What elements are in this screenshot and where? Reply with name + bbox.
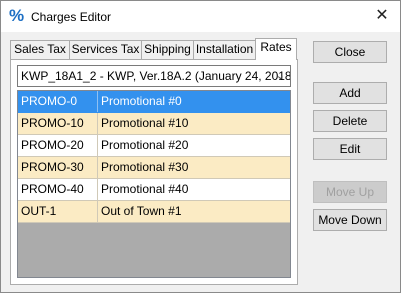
tab-services-tax[interactable]: Services Tax xyxy=(69,40,142,59)
table-row[interactable]: PROMO-20 Promotional #20 xyxy=(18,135,290,157)
rate-description-cell: Out of Town #1 xyxy=(101,204,182,218)
close-icon[interactable]: ✕ xyxy=(370,5,394,27)
tab-installation[interactable]: Installation xyxy=(193,40,256,59)
rate-description-cell: Promotional #30 xyxy=(101,160,189,174)
rate-code-cell: OUT-1 xyxy=(18,201,98,222)
tab-shipping[interactable]: Shipping xyxy=(141,40,194,59)
close-button[interactable]: Close xyxy=(313,41,387,63)
version-select-value: KWP_18A1_2 - KWP, Ver.18A.2 (January 24,… xyxy=(21,69,291,83)
rate-code-cell: PROMO-10 xyxy=(18,113,98,134)
rate-description-cell: Promotional #0 xyxy=(101,94,182,108)
rates-grid[interactable]: PROMO-0 Promotional #0 PROMO-10 Promotio… xyxy=(17,90,291,278)
move-up-button[interactable]: Move Up xyxy=(313,181,387,203)
delete-button[interactable]: Delete xyxy=(313,110,387,132)
chevron-down-icon[interactable]: ⌄ xyxy=(276,66,285,86)
version-select[interactable]: KWP_18A1_2 - KWP, Ver.18A.2 (January 24,… xyxy=(17,65,291,87)
table-row[interactable]: PROMO-30 Promotional #30 xyxy=(18,157,290,179)
rate-code-cell: PROMO-20 xyxy=(18,135,98,156)
table-row[interactable]: PROMO-10 Promotional #10 xyxy=(18,113,290,135)
edit-button[interactable]: Edit xyxy=(313,138,387,160)
rate-code-cell: PROMO-40 xyxy=(18,179,98,200)
move-down-button[interactable]: Move Down xyxy=(313,209,387,231)
rate-code-cell: PROMO-30 xyxy=(18,157,98,178)
table-row[interactable]: PROMO-40 Promotional #40 xyxy=(18,179,290,201)
tab-rates[interactable]: Rates xyxy=(255,38,297,60)
title-bar: % Charges Editor ✕ xyxy=(1,1,400,32)
tab-sales-tax[interactable]: Sales Tax xyxy=(10,40,70,59)
rate-description-cell: Promotional #20 xyxy=(101,138,189,152)
rate-code-cell: PROMO-0 xyxy=(18,91,98,112)
table-row[interactable]: OUT-1 Out of Town #1 xyxy=(18,201,290,223)
rate-description-cell: Promotional #10 xyxy=(101,116,189,130)
charges-editor-window: % Charges Editor ✕ Sales Tax Services Ta… xyxy=(0,0,401,293)
percent-app-icon: % xyxy=(9,6,25,25)
window-title: Charges Editor xyxy=(31,10,112,24)
rates-tab-panel: KWP_18A1_2 - KWP, Ver.18A.2 (January 24,… xyxy=(10,59,298,285)
rate-description-cell: Promotional #40 xyxy=(101,182,189,196)
add-button[interactable]: Add xyxy=(313,82,387,104)
table-row[interactable]: PROMO-0 Promotional #0 xyxy=(18,91,290,113)
